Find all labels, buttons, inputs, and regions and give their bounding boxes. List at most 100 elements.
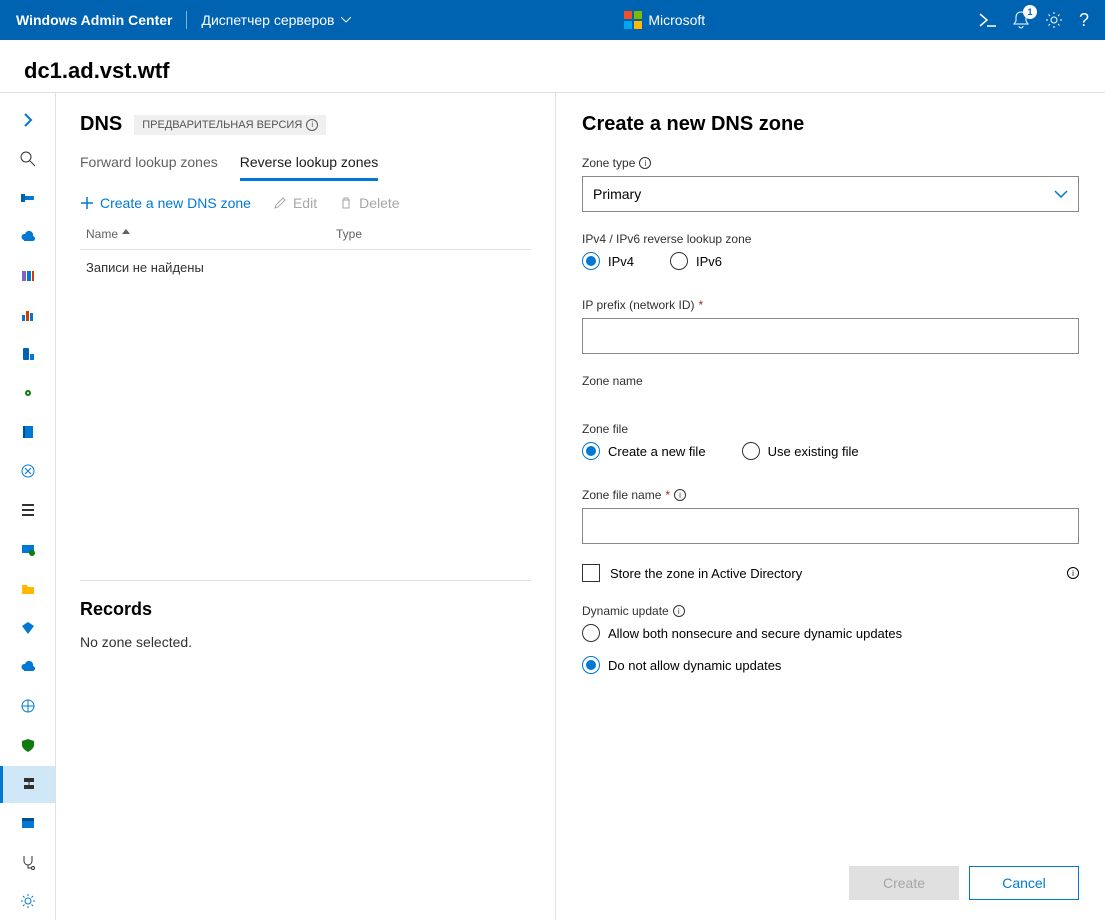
edit-zone-button: Edit: [273, 195, 317, 211]
sort-asc-icon: [122, 229, 130, 239]
records-empty-message: No zone selected.: [80, 634, 531, 650]
sidebar-item-17[interactable]: [0, 805, 55, 842]
product-title[interactable]: Windows Admin Center: [16, 12, 172, 28]
zone-file-name-label: Zone file name* i: [582, 488, 1079, 502]
phone-icon: [20, 346, 36, 362]
col-header-name[interactable]: Name: [86, 227, 336, 241]
sidebar-item-9[interactable]: [0, 492, 55, 529]
sidebar-item-2[interactable]: [0, 218, 55, 255]
stack-icon: [20, 268, 36, 284]
radio-use-existing-file[interactable]: Use existing file: [742, 442, 859, 460]
tool-name: DNS: [80, 113, 122, 136]
list-icon: [20, 502, 36, 518]
sidebar-item-4[interactable]: [0, 296, 55, 333]
tab-forward-zones[interactable]: Forward lookup zones: [80, 154, 218, 181]
zone-file-name-input[interactable]: [582, 508, 1079, 544]
monitor-icon: [20, 542, 36, 558]
cloud-icon: [20, 229, 36, 245]
app-header: Windows Admin Center Диспетчер серверов …: [0, 0, 1105, 40]
pencil-icon: [273, 196, 287, 210]
notifications-icon[interactable]: 1: [1013, 11, 1029, 29]
sidebar-item-1[interactable]: [0, 179, 55, 216]
zone-table-header: Name Type: [80, 219, 531, 250]
radio-du-deny[interactable]: Do not allow dynamic updates: [582, 656, 1079, 674]
brand-area[interactable]: Microsoft: [351, 11, 979, 29]
create-zone-panel: Create a new DNS zone Zone type i Primar…: [556, 93, 1105, 920]
gear-icon: [20, 893, 36, 909]
sidebar-item-13[interactable]: [0, 648, 55, 685]
shield-icon: [20, 737, 36, 753]
sidebar-item-5[interactable]: [0, 336, 55, 373]
radio-ipv6[interactable]: IPv6: [670, 252, 722, 270]
info-icon[interactable]: i: [674, 489, 686, 501]
microsoft-logo-icon: [624, 11, 642, 29]
circle-x-icon: [20, 463, 36, 479]
plus-icon: [80, 196, 94, 210]
cancel-button[interactable]: Cancel: [969, 866, 1079, 900]
sidebar-item-6[interactable]: [0, 375, 55, 412]
tab-reverse-zones[interactable]: Reverse lookup zones: [240, 154, 379, 181]
chevron-down-icon: [341, 17, 351, 23]
hostname-title: dc1.ad.vst.wtf: [0, 40, 1105, 92]
sidebar-expand[interactable]: [0, 101, 55, 138]
table-empty-message: Записи не найдены: [80, 250, 531, 285]
store-ad-checkbox[interactable]: [582, 564, 600, 582]
delete-zone-button: Delete: [339, 195, 399, 211]
sidebar-item-10[interactable]: [0, 531, 55, 568]
info-icon[interactable]: i: [1067, 567, 1079, 579]
sidebar-item-18[interactable]: [0, 844, 55, 881]
zone-type-label: Zone type i: [582, 156, 1079, 170]
chart-icon: [20, 307, 36, 323]
context-label: Диспетчер серверов: [201, 12, 334, 28]
ip-prefix-label: IP prefix (network ID)*: [582, 298, 1079, 312]
settings-icon[interactable]: [1045, 11, 1063, 29]
radio-ipv4[interactable]: IPv4: [582, 252, 634, 270]
radio-du-allow[interactable]: Allow both nonsecure and secure dynamic …: [582, 624, 1079, 642]
folder-icon: [20, 581, 36, 597]
zone-list-pane: DNS ПРЕДВАРИТЕЛЬНАЯ ВЕРСИЯ i Forward loo…: [56, 93, 556, 920]
ip-prefix-input[interactable]: [582, 318, 1079, 354]
store-ad-label: Store the zone in Active Directory: [610, 566, 802, 581]
col-header-type[interactable]: Type: [336, 227, 362, 241]
globe-icon: [20, 698, 36, 714]
radio-create-new-file[interactable]: Create a new file: [582, 442, 706, 460]
records-title: Records: [80, 599, 531, 620]
chevron-down-icon: [1054, 190, 1068, 198]
tag-icon: [20, 620, 36, 636]
zone-name-label: Zone name: [582, 374, 1079, 388]
sidebar-item-7[interactable]: [0, 414, 55, 451]
stethoscope-icon: [20, 854, 36, 870]
create-button: Create: [849, 866, 959, 900]
form-title: Create a new DNS zone: [582, 113, 1079, 136]
tool-sidebar: [0, 93, 56, 920]
preview-badge: ПРЕДВАРИТЕЛЬНАЯ ВЕРСИЯ i: [134, 115, 326, 135]
cloud2-icon: [20, 659, 36, 675]
dynamic-update-label: Dynamic update i: [582, 604, 1079, 618]
sidebar-item-8[interactable]: [0, 453, 55, 490]
dns-icon: [21, 776, 37, 792]
zone-file-label: Zone file: [582, 422, 1079, 436]
header-divider: [186, 11, 187, 29]
records-section: Records No zone selected.: [80, 580, 531, 920]
sidebar-item-dns[interactable]: [0, 766, 55, 803]
powershell-icon[interactable]: [979, 13, 997, 27]
create-zone-button[interactable]: Create a new DNS zone: [80, 195, 251, 211]
sidebar-item-19[interactable]: [0, 883, 55, 920]
info-icon[interactable]: i: [673, 605, 685, 617]
sidebar-item-12[interactable]: [0, 609, 55, 646]
sidebar-item-3[interactable]: [0, 257, 55, 294]
sidebar-search[interactable]: [0, 140, 55, 177]
sidebar-item-14[interactable]: [0, 687, 55, 724]
server-icon: [20, 190, 36, 206]
help-icon[interactable]: ?: [1079, 10, 1089, 31]
gear-small-icon: [20, 385, 36, 401]
chevron-right-icon: [20, 112, 36, 128]
search-icon: [20, 151, 36, 167]
notification-badge: 1: [1023, 5, 1037, 19]
info-icon[interactable]: i: [306, 119, 318, 131]
zone-type-select[interactable]: Primary: [582, 176, 1079, 212]
sidebar-item-11[interactable]: [0, 570, 55, 607]
sidebar-item-15[interactable]: [0, 727, 55, 764]
info-icon[interactable]: i: [639, 157, 651, 169]
context-dropdown[interactable]: Диспетчер серверов: [201, 12, 350, 28]
